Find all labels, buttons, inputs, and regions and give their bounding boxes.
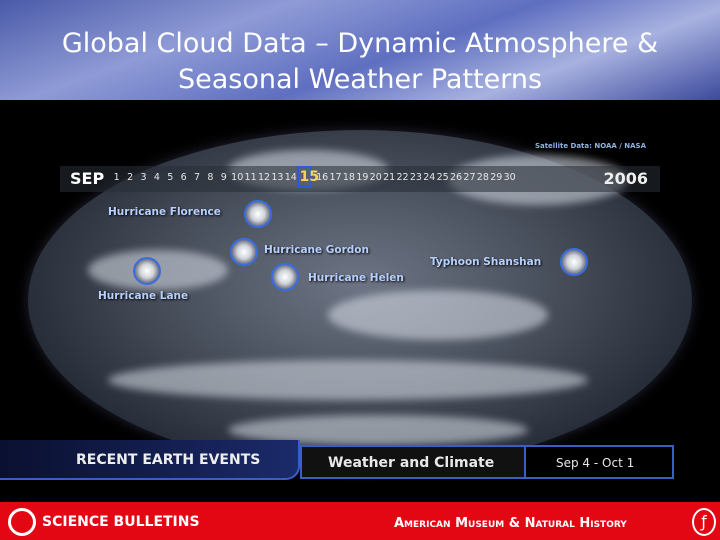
- title-band: Global Cloud Data – Dynamic Atmosphere &…: [0, 0, 720, 100]
- day-item[interactable]: 28: [476, 172, 489, 188]
- day-item[interactable]: 12: [257, 172, 270, 188]
- day-item[interactable]: 14: [284, 172, 297, 188]
- storm-label: Hurricane Helen: [308, 272, 404, 284]
- amnh-logo-icon: ƒ: [692, 508, 716, 536]
- year-label: 2006: [603, 169, 648, 188]
- science-bulletins-label: SCIENCE BULLETINS: [42, 514, 200, 530]
- day-item[interactable]: 24: [423, 172, 436, 188]
- date-range-tab[interactable]: Sep 4 - Oct 1: [524, 445, 674, 479]
- visualization: Satellite Data: NOAA / NASA SEP 12345678…: [0, 100, 720, 502]
- day-item[interactable]: 3: [137, 172, 150, 188]
- footer: SCIENCE BULLETINS American Museum & Natu…: [0, 502, 720, 540]
- day-item[interactable]: 25: [436, 172, 449, 188]
- day-item[interactable]: 10: [231, 172, 244, 188]
- day-item[interactable]: 22: [396, 172, 409, 188]
- storm-marker-gordon[interactable]: [230, 238, 258, 266]
- storm-label: Hurricane Lane: [98, 290, 189, 302]
- storm-label: Hurricane Florence: [108, 206, 221, 218]
- day-item[interactable]: 30: [503, 172, 516, 188]
- day-item[interactable]: 23: [409, 172, 422, 188]
- storm-marker-lane[interactable]: [133, 257, 161, 285]
- day-item[interactable]: 13: [271, 172, 284, 188]
- day-item[interactable]: 4: [150, 172, 163, 188]
- science-bulletins-logo-icon: [8, 508, 36, 536]
- storm-marker-florence[interactable]: [244, 200, 272, 228]
- day-list: 1 2 3 4 5 6 7 8 9 10 11 12 13 14 15 16 17 18 19 20 21 22 23 24 2…: [110, 166, 516, 188]
- storm-label: Typhoon Shanshan: [430, 256, 542, 268]
- date-timeline: SEP 1 2 3 4 5 6 7 8 9 10 11 12 13 14 15 16 17 18 19 20 21 22 2…: [60, 166, 660, 192]
- day-item[interactable]: 1: [110, 172, 123, 188]
- day-item[interactable]: 29: [490, 172, 503, 188]
- events-label: RECENT EARTH EVENTS: [76, 452, 261, 468]
- day-item[interactable]: 17: [329, 172, 342, 188]
- cloud-cover: [328, 290, 548, 340]
- day-selected[interactable]: 15: [297, 166, 319, 188]
- slide-title: Global Cloud Data – Dynamic Atmosphere &…: [61, 28, 659, 95]
- day-item[interactable]: 7: [190, 172, 203, 188]
- day-item[interactable]: 11: [244, 172, 257, 188]
- satellite-credit: Satellite Data: NOAA / NASA: [534, 142, 646, 150]
- day-item[interactable]: 16: [315, 172, 328, 188]
- amnh-label: American Museum & Natural History: [394, 516, 627, 531]
- storm-marker-helen[interactable]: [271, 263, 299, 291]
- recent-earth-events-bar: RECENT EARTH EVENTS: [0, 440, 300, 480]
- day-item[interactable]: 5: [164, 172, 177, 188]
- day-item[interactable]: 20: [369, 172, 382, 188]
- day-item[interactable]: 21: [382, 172, 395, 188]
- category-tab[interactable]: Weather and Climate: [300, 445, 524, 479]
- day-item[interactable]: 18: [342, 172, 355, 188]
- day-item[interactable]: 26: [449, 172, 462, 188]
- storm-label: Hurricane Gordon: [264, 244, 369, 256]
- storm-marker-shanshan[interactable]: [560, 248, 588, 276]
- day-item[interactable]: 2: [123, 172, 136, 188]
- day-item[interactable]: 19: [356, 172, 369, 188]
- cloud-cover: [108, 360, 588, 400]
- day-item[interactable]: 8: [204, 172, 217, 188]
- category-label: Weather and Climate: [328, 455, 495, 471]
- date-range-label: Sep 4 - Oct 1: [556, 456, 635, 470]
- day-item[interactable]: 6: [177, 172, 190, 188]
- day-item[interactable]: 9: [217, 172, 230, 188]
- day-item[interactable]: 27: [463, 172, 476, 188]
- month-label: SEP: [70, 169, 105, 188]
